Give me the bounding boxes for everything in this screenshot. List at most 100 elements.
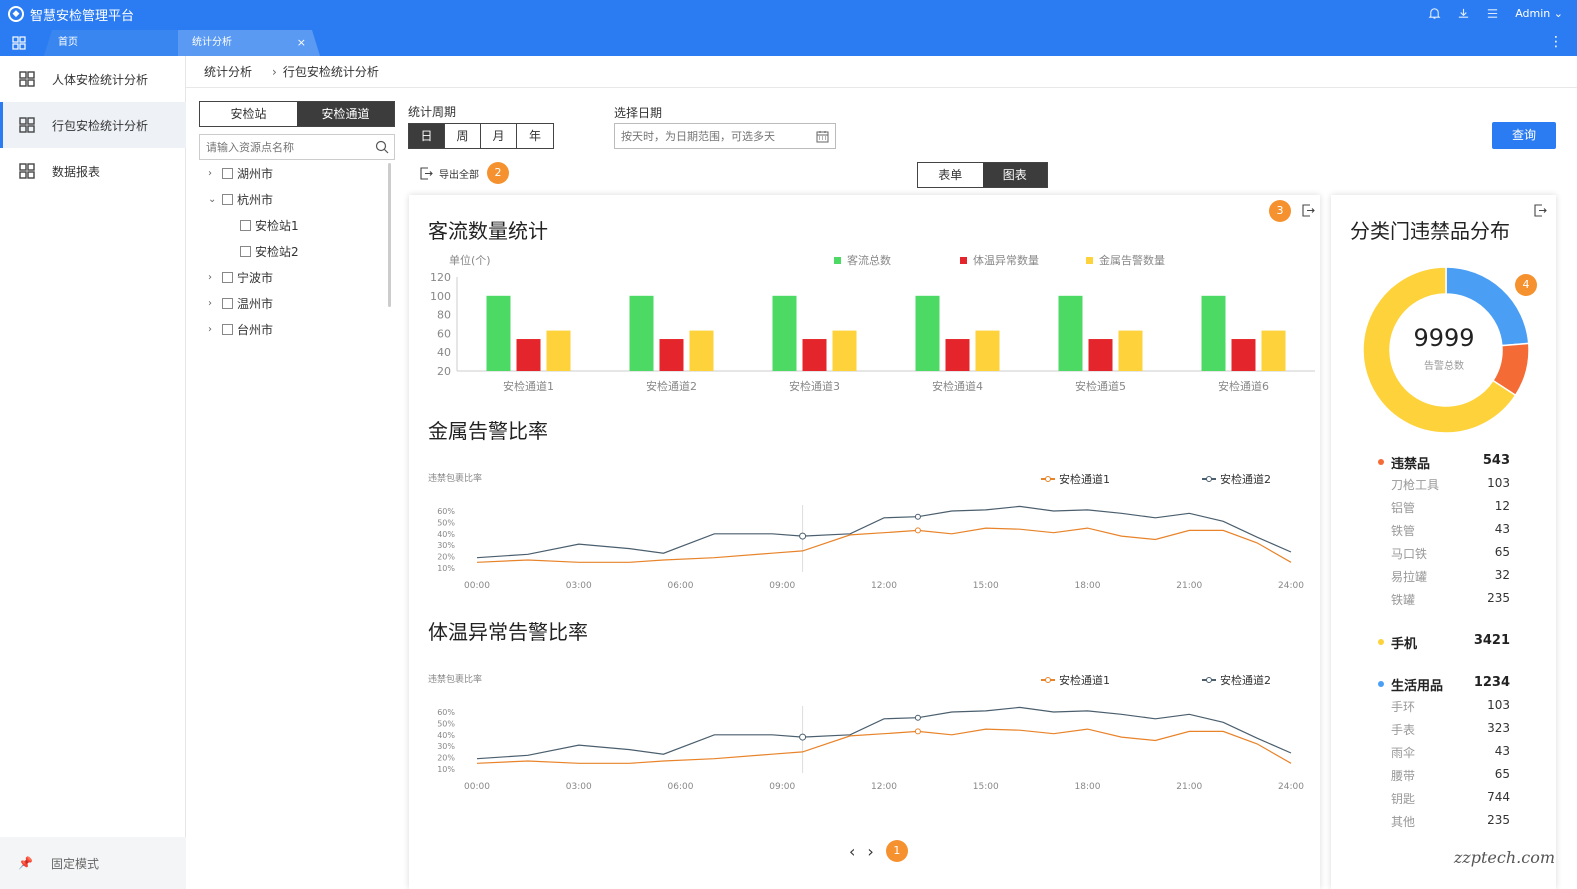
tab-home[interactable]: 首页 bbox=[44, 30, 178, 56]
bar[interactable] bbox=[975, 330, 1000, 371]
app-title: 智慧安检管理平台 bbox=[30, 8, 135, 24]
tree-node-hangzhou[interactable]: ⌄ 杭州市 bbox=[208, 189, 273, 209]
chevron-right-icon[interactable]: › bbox=[208, 168, 222, 179]
data-point[interactable] bbox=[914, 728, 921, 735]
view-form[interactable]: 表单 bbox=[918, 163, 983, 187]
tree-node-ningbo[interactable]: › 宁波市 bbox=[208, 267, 273, 287]
chevron-left-icon[interactable]: ‹ bbox=[849, 842, 855, 861]
bar[interactable] bbox=[1058, 295, 1083, 371]
export-icon[interactable] bbox=[1302, 204, 1315, 217]
bell-icon[interactable] bbox=[1428, 7, 1441, 20]
bar[interactable] bbox=[1231, 339, 1256, 371]
chevron-right-icon[interactable]: › bbox=[208, 272, 222, 283]
chevron-right-icon[interactable]: › bbox=[208, 298, 222, 309]
chevron-right-icon[interactable]: › bbox=[208, 324, 222, 335]
x-tick-label: 18:00 bbox=[1075, 581, 1101, 591]
bar[interactable] bbox=[1261, 330, 1286, 371]
user-menu[interactable]: Admin ⌄ bbox=[1515, 7, 1563, 20]
category-item-row: 其他 235 bbox=[1331, 813, 1556, 833]
data-point[interactable] bbox=[914, 527, 921, 534]
view-chart[interactable]: 图表 bbox=[982, 163, 1047, 187]
bar[interactable] bbox=[516, 339, 541, 371]
tree-search-input[interactable] bbox=[200, 135, 370, 159]
chevron-down-icon[interactable]: ⌄ bbox=[208, 194, 222, 205]
tree-node-station-1[interactable]: 安检站1 bbox=[240, 215, 299, 235]
bar[interactable] bbox=[689, 330, 714, 371]
bar[interactable] bbox=[659, 339, 684, 371]
period-week[interactable]: 周 bbox=[445, 124, 481, 148]
bar[interactable] bbox=[629, 295, 654, 371]
close-icon[interactable]: × bbox=[297, 30, 306, 56]
step-badge: 2 bbox=[487, 162, 509, 184]
export-icon[interactable] bbox=[1534, 204, 1547, 217]
category-row[interactable]: 生活用品 1234 bbox=[1331, 675, 1556, 695]
series-line[interactable] bbox=[476, 505, 1292, 559]
export-all-button[interactable]: 导出全部 bbox=[420, 166, 479, 181]
download-icon[interactable] bbox=[1457, 7, 1470, 20]
sidebar-item-label: 行包安检统计分析 bbox=[52, 118, 149, 133]
bar[interactable] bbox=[915, 295, 940, 371]
period-year[interactable]: 年 bbox=[517, 124, 553, 148]
checkbox[interactable] bbox=[222, 167, 233, 179]
checkbox[interactable] bbox=[240, 245, 251, 257]
series-line[interactable] bbox=[476, 728, 1292, 764]
data-point[interactable] bbox=[914, 714, 921, 721]
menu-icon[interactable] bbox=[1486, 7, 1499, 20]
tab-statistics[interactable]: 统计分析 × bbox=[178, 30, 320, 56]
data-point[interactable] bbox=[799, 532, 807, 540]
calendar-icon[interactable] bbox=[816, 130, 829, 143]
seg-channel[interactable]: 安检通道 bbox=[297, 102, 394, 126]
checkbox[interactable] bbox=[240, 219, 251, 231]
bar[interactable] bbox=[486, 295, 511, 371]
tree-node-station-2[interactable]: 安检站2 bbox=[240, 241, 299, 261]
more-vertical-icon[interactable]: ⋮ bbox=[1549, 34, 1563, 50]
tree-node-taizhou[interactable]: › 台州市 bbox=[208, 319, 273, 339]
checkbox[interactable] bbox=[222, 297, 233, 309]
y-tick-label: 100 bbox=[430, 290, 451, 303]
tree-node-wenzhou[interactable]: › 温州市 bbox=[208, 293, 273, 313]
fixed-mode-toggle[interactable]: 📌 固定模式 bbox=[0, 837, 186, 889]
tab-statistics-label: 统计分析 bbox=[192, 37, 232, 48]
tree-node-huzhou[interactable]: › 湖州市 bbox=[208, 163, 273, 183]
seg-station[interactable]: 安检站 bbox=[200, 102, 297, 126]
period-day[interactable]: 日 bbox=[409, 124, 445, 148]
category-name: 生活用品 bbox=[1391, 679, 1444, 694]
checkbox[interactable] bbox=[222, 271, 233, 283]
bar[interactable] bbox=[1088, 339, 1113, 371]
chevron-right-icon: › bbox=[272, 64, 277, 79]
checkbox[interactable] bbox=[222, 193, 233, 205]
category-row[interactable]: 手机 3421 bbox=[1331, 633, 1556, 653]
data-point[interactable] bbox=[914, 513, 921, 520]
tree-scrollbar[interactable] bbox=[388, 163, 391, 307]
series-line[interactable] bbox=[476, 706, 1292, 760]
item-value: 323 bbox=[1487, 721, 1510, 735]
brand: ◆ 智慧安检管理平台 bbox=[8, 5, 135, 24]
sidebar-item-data-report[interactable]: 数据报表 bbox=[0, 148, 186, 194]
item-name: 腰带 bbox=[1391, 769, 1416, 783]
breadcrumb-root[interactable]: 统计分析 bbox=[204, 63, 252, 80]
page-number[interactable]: 1 bbox=[885, 840, 908, 862]
search-icon[interactable] bbox=[375, 140, 389, 154]
bar[interactable] bbox=[1201, 295, 1226, 371]
bar[interactable] bbox=[546, 330, 571, 371]
sidebar-item-baggage-stats[interactable]: 行包安检统计分析 bbox=[0, 102, 186, 148]
item-value: 103 bbox=[1487, 476, 1510, 490]
period-month[interactable]: 月 bbox=[481, 124, 517, 148]
bar[interactable] bbox=[832, 330, 857, 371]
date-input[interactable] bbox=[615, 124, 811, 148]
bar[interactable] bbox=[772, 295, 797, 371]
x-tick-label: 03:00 bbox=[566, 782, 592, 792]
data-point[interactable] bbox=[799, 733, 807, 741]
checkbox[interactable] bbox=[222, 323, 233, 335]
bar[interactable] bbox=[1118, 330, 1143, 371]
series-line[interactable] bbox=[476, 527, 1292, 563]
category-name: 手机 bbox=[1391, 637, 1418, 652]
category-row[interactable]: 违禁品 543 bbox=[1331, 453, 1556, 473]
sidebar-item-body-stats[interactable]: 人体安检统计分析 bbox=[0, 56, 186, 102]
grid-icon[interactable] bbox=[12, 36, 26, 50]
query-button[interactable]: 查询 bbox=[1492, 122, 1556, 149]
x-tick-label: 09:00 bbox=[769, 782, 795, 792]
bar[interactable] bbox=[945, 339, 970, 371]
chevron-right-icon[interactable]: › bbox=[867, 842, 873, 861]
bar[interactable] bbox=[802, 339, 827, 371]
